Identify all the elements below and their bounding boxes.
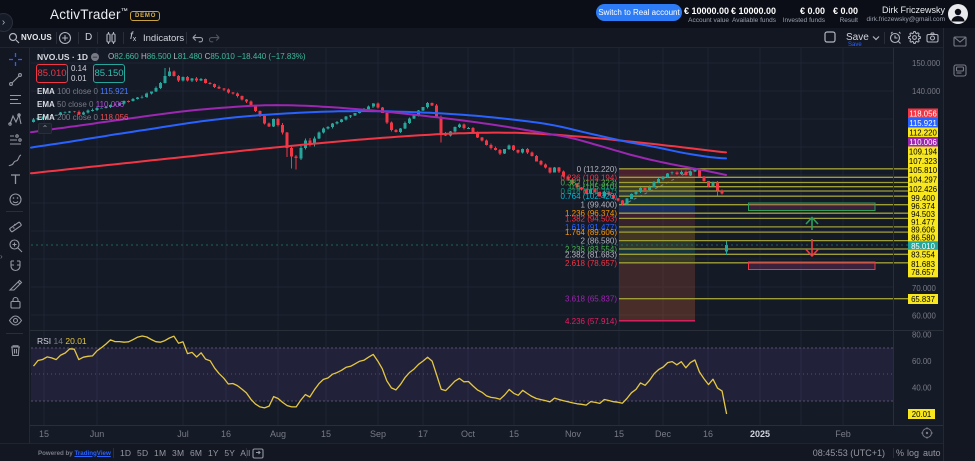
svg-text:109.194: 109.194 <box>909 147 938 156</box>
svg-text:65.837: 65.837 <box>911 295 935 304</box>
svg-text:112.220: 112.220 <box>909 128 937 137</box>
svg-text:15: 15 <box>509 429 519 439</box>
svg-text:118.056: 118.056 <box>909 109 937 118</box>
svg-text:15: 15 <box>614 429 624 439</box>
svg-text:Sep: Sep <box>370 429 386 439</box>
svg-text:3.618 (65.837): 3.618 (65.837) <box>565 295 617 304</box>
svg-text:60.000: 60.000 <box>912 312 937 321</box>
svg-text:Oct: Oct <box>461 429 476 439</box>
svg-text:Aug: Aug <box>270 429 286 439</box>
svg-text:Nov: Nov <box>565 429 582 439</box>
svg-text:70.000: 70.000 <box>912 284 937 293</box>
svg-text:80.00: 80.00 <box>912 331 932 340</box>
svg-text:104.297: 104.297 <box>909 176 937 185</box>
svg-text:60.00: 60.00 <box>912 357 932 366</box>
svg-text:107.323: 107.323 <box>909 157 937 166</box>
svg-text:15: 15 <box>321 429 331 439</box>
svg-text:17: 17 <box>418 429 428 439</box>
svg-text:105.810: 105.810 <box>909 166 938 175</box>
svg-text:115.921: 115.921 <box>909 119 937 128</box>
svg-text:Dec: Dec <box>655 429 672 439</box>
svg-text:110.006: 110.006 <box>909 138 937 147</box>
svg-text:16: 16 <box>221 429 231 439</box>
svg-text:20.01: 20.01 <box>912 410 932 419</box>
svg-text:16: 16 <box>703 429 713 439</box>
svg-text:83.554: 83.554 <box>911 251 936 260</box>
svg-text:Jul: Jul <box>177 429 189 439</box>
svg-text:150.000: 150.000 <box>912 59 941 68</box>
svg-text:Jun: Jun <box>90 429 105 439</box>
svg-text:15: 15 <box>39 429 49 439</box>
svg-text:4.236 (57.914): 4.236 (57.914) <box>565 317 617 326</box>
svg-text:40.00: 40.00 <box>912 384 932 393</box>
svg-text:2025: 2025 <box>750 429 770 439</box>
svg-text:78.657: 78.657 <box>911 268 935 277</box>
svg-text:2.618 (78.657): 2.618 (78.657) <box>565 259 617 268</box>
svg-text:Feb: Feb <box>835 429 851 439</box>
svg-text:102.426: 102.426 <box>909 185 937 194</box>
svg-text:140.000: 140.000 <box>912 87 941 96</box>
